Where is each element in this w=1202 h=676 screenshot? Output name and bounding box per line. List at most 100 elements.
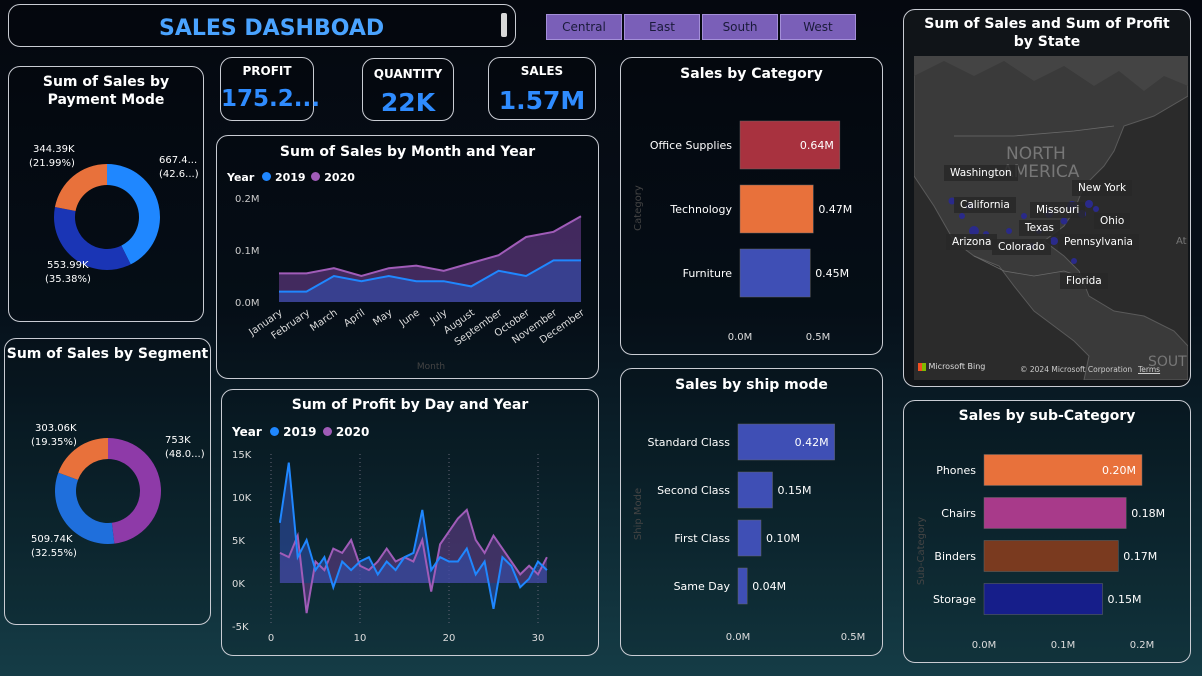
subcategory-chart: Phones 0.20M Chairs 0.18M Binders 0.17M Storag… bbox=[916, 454, 1165, 651]
value-label: 0.10M bbox=[766, 532, 800, 545]
map-state-pennsylvania[interactable]: Pennsylvania bbox=[1058, 234, 1139, 250]
map-state-california[interactable]: California bbox=[954, 197, 1016, 213]
payment-mode-donut bbox=[54, 164, 160, 270]
map-card: Sum of Sales and Sum of Profit by State bbox=[903, 9, 1191, 387]
y-axis-title: Category bbox=[633, 185, 644, 231]
map-canvas[interactable]: NORTH AMERICA SOUTH At Washington Califo… bbox=[914, 56, 1188, 380]
dashboard-title: SALES DASHBOAD bbox=[159, 16, 385, 41]
segment-donut bbox=[54, 438, 162, 544]
category-label: Chairs bbox=[941, 507, 976, 520]
shipmode-card: Sales by ship mode Standard Class 0.42M Se… bbox=[620, 368, 883, 656]
map-state-arizona[interactable]: Arizona bbox=[946, 234, 998, 250]
x-tick-label: May bbox=[371, 307, 394, 328]
series-2019-area bbox=[279, 462, 547, 609]
subcategory-card: Sales by sub-Category Phones 0.20M Chairs 0… bbox=[903, 400, 1191, 663]
map-continent-north: NORTH bbox=[1006, 144, 1066, 164]
value-label: 0.45M bbox=[815, 267, 849, 280]
map-copyright: © 2024 Microsoft Corporation bbox=[1020, 365, 1133, 374]
segment-card: Sum of Sales by Segment 753K (48.0...) 5… bbox=[4, 338, 211, 625]
payment-label-1-value: 667.4... bbox=[159, 155, 198, 166]
map-state-new-york[interactable]: New York bbox=[1072, 180, 1133, 196]
category-label: Binders bbox=[934, 550, 976, 563]
y-axis-title: Sub-Category bbox=[916, 517, 927, 585]
segment-label-3-pct: (19.35%) bbox=[31, 437, 77, 448]
category-label: Same Day bbox=[674, 580, 731, 593]
payment-slice-3 bbox=[54, 164, 107, 211]
category-label: Second Class bbox=[657, 484, 730, 497]
category-label: Furniture bbox=[683, 267, 733, 280]
category-label: Phones bbox=[936, 464, 976, 477]
kpi-quantity-value: 22K bbox=[380, 88, 436, 117]
segment-label-2-value: 509.74K bbox=[31, 534, 73, 545]
x-tick-label: 0.0M bbox=[728, 332, 753, 343]
bing-text: Microsoft Bing bbox=[928, 362, 986, 371]
segment-label-3-value: 303.06K bbox=[35, 423, 77, 434]
y-tick-label: -5K bbox=[232, 622, 249, 633]
map-state-ohio[interactable]: Ohio bbox=[1094, 213, 1131, 229]
category-card: Sales by Category Office Supplies 0.64M Te… bbox=[620, 57, 883, 355]
x-tick-label: April bbox=[342, 307, 367, 329]
kpi-quantity-label: QUANTITY bbox=[373, 67, 443, 81]
bar bbox=[983, 540, 1119, 572]
kpi-sales-label: SALES bbox=[520, 64, 564, 78]
category-label: Storage bbox=[933, 593, 976, 606]
bar bbox=[737, 567, 748, 605]
bar bbox=[737, 471, 773, 509]
region-filter-west[interactable]: West bbox=[780, 14, 856, 40]
map-state-missouri[interactable]: Missouri bbox=[1030, 202, 1086, 218]
kpi-sales-card: SALES 1.57M bbox=[488, 57, 596, 120]
scroll-handle[interactable] bbox=[501, 13, 507, 37]
bar bbox=[737, 519, 762, 557]
map-terms-link[interactable]: Terms bbox=[1138, 365, 1160, 374]
value-label: 0.04M bbox=[752, 580, 786, 593]
windows-icon bbox=[918, 362, 926, 371]
y-tick-label: 0K bbox=[232, 579, 245, 590]
value-label: 0.20M bbox=[1102, 464, 1136, 477]
x-tick-label: June bbox=[397, 307, 422, 329]
sales-month-card: Sum of Sales by Month and Year Year 2019… bbox=[216, 135, 599, 379]
y-tick-label: 0.2M bbox=[235, 194, 260, 205]
map-land bbox=[914, 56, 1188, 380]
sales-month-chart: 0.2M0.1M0.0MJanuaryFebruaryMarch April May… bbox=[235, 194, 587, 372]
category-label: First Class bbox=[674, 532, 730, 545]
map-state-colorado[interactable]: Colorado bbox=[992, 239, 1051, 255]
category-chart: Office Supplies 0.64M Technology 0.47M Furni… bbox=[633, 120, 852, 343]
kpi-quantity-card: QUANTITY 22K bbox=[362, 58, 454, 121]
y-tick-label: 0.1M bbox=[235, 246, 260, 257]
value-label: 0.18M bbox=[1131, 507, 1165, 520]
x-tick-label: 0.5M bbox=[841, 632, 866, 643]
bing-logo: Microsoft Bing bbox=[918, 362, 985, 371]
profit-day-card: Sum of Profit by Day and Year Year 2019 … bbox=[221, 389, 599, 656]
shipmode-chart: Standard Class 0.42M Second Class 0.15M Firs… bbox=[633, 423, 866, 643]
x-tick-label: 0.1M bbox=[1051, 640, 1076, 651]
profit-day-chart: 15K 10K 5K 0K -5K 0 10 20 30 bbox=[232, 450, 548, 644]
x-tick-label: 10 bbox=[354, 633, 367, 644]
region-filter-central[interactable]: Central bbox=[546, 14, 622, 40]
region-filter-east[interactable]: East bbox=[624, 14, 700, 40]
value-label: 0.64M bbox=[800, 139, 834, 152]
segment-label-2-pct: (32.55%) bbox=[31, 548, 77, 559]
payment-label-2-pct: (35.38%) bbox=[45, 274, 91, 285]
series-2019-line bbox=[278, 462, 548, 609]
kpi-profit-card: PROFIT 175.2... bbox=[220, 57, 320, 121]
map-state-texas[interactable]: Texas bbox=[1019, 220, 1061, 236]
category-label: Technology bbox=[669, 203, 732, 216]
value-label: 0.42M bbox=[795, 436, 829, 449]
payment-label-1-pct: (42.6...) bbox=[159, 169, 199, 180]
value-label: 0.47M bbox=[818, 203, 852, 216]
bar bbox=[983, 497, 1127, 529]
payment-label-3-pct: (21.99%) bbox=[29, 158, 75, 169]
map-state-florida[interactable]: Florida bbox=[1060, 273, 1108, 289]
y-tick-label: 5K bbox=[232, 536, 245, 547]
bar bbox=[739, 248, 811, 298]
x-tick-label: 0.5M bbox=[806, 332, 831, 343]
region-filter-south[interactable]: South bbox=[702, 14, 778, 40]
header-banner: SALES DASHBOAD bbox=[8, 4, 516, 47]
y-tick-label: 10K bbox=[232, 493, 252, 504]
category-label: Standard Class bbox=[648, 436, 731, 449]
kpi-sales-value: 1.57M bbox=[498, 86, 586, 115]
map-title: Sum of Sales and Sum of Profit by State bbox=[924, 16, 1170, 50]
map-state-washington[interactable]: Washington bbox=[944, 165, 1018, 181]
segment-slice-1 bbox=[108, 438, 162, 544]
y-tick-label: 0.0M bbox=[235, 298, 260, 309]
